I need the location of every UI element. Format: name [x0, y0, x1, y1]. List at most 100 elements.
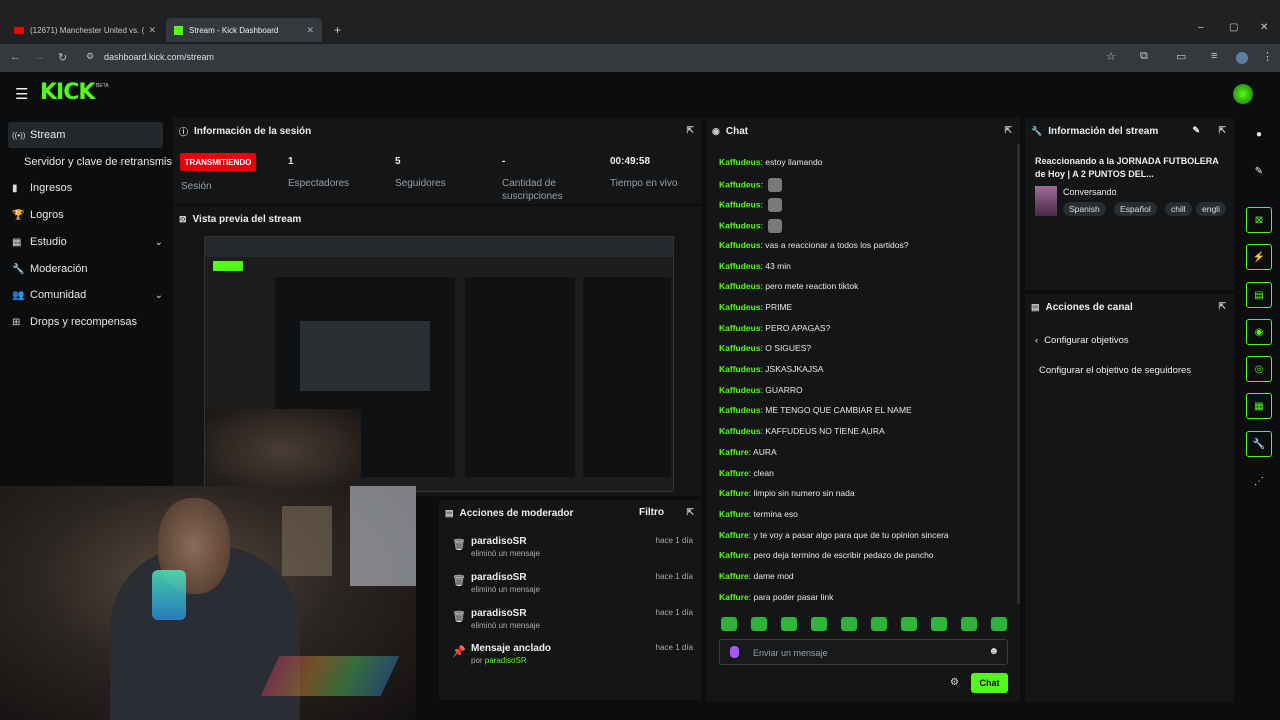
bookmark-star-icon[interactable]: ☆ — [1106, 50, 1116, 63]
chat-username[interactable]: Kaffudeus — [719, 261, 761, 271]
chat-username[interactable]: Kaffudeus — [719, 220, 761, 230]
reload-icon[interactable]: ↻ — [58, 51, 67, 64]
emote-button[interactable] — [871, 617, 887, 631]
popout-icon[interactable]: ⇱ — [1218, 301, 1226, 312]
chat-username[interactable]: Kaffure — [719, 488, 749, 498]
stream-preview-video[interactable] — [204, 236, 674, 492]
chat-username[interactable]: Kaffudeus — [719, 157, 761, 167]
chat-username[interactable]: Kaffudeus — [719, 302, 761, 312]
user-avatar[interactable] — [1233, 84, 1253, 104]
chat-username[interactable]: Kaffudeus — [719, 240, 761, 250]
emote-button[interactable] — [751, 617, 767, 631]
emote-button[interactable] — [841, 617, 857, 631]
site-info-icon[interactable]: ⚙ — [86, 51, 94, 62]
browser-tab-kick[interactable]: Stream - Kick Dashboard ✕ — [166, 18, 322, 42]
close-tab-icon[interactable]: ✕ — [306, 25, 314, 36]
sidebar-item-comunidad[interactable]: 👥 Comunidad ⌄ — [8, 282, 163, 308]
chat-username[interactable]: Kaffudeus — [719, 385, 761, 395]
forward-icon[interactable]: → — [34, 51, 45, 63]
microphone-icon[interactable] — [730, 646, 739, 658]
broadcast-icon: ((•)) — [12, 130, 26, 140]
stream-tag[interactable]: Spanish — [1063, 202, 1106, 216]
address-bar[interactable]: dashboard.kick.com/stream — [104, 52, 214, 62]
chat-username[interactable]: Kaffure — [719, 550, 749, 560]
chat-username[interactable]: Kaffudeus — [719, 179, 761, 189]
sidebar-item-estudio[interactable]: ▦ Estudio ⌄ — [8, 229, 163, 255]
share-icon[interactable]: ⋰ — [1246, 468, 1272, 494]
broadcast-icon[interactable]: ◎ — [1246, 356, 1272, 382]
chat-username[interactable]: Kaffudeus — [719, 364, 761, 374]
chart-icon: ▮ — [12, 182, 18, 194]
emote-button[interactable] — [961, 617, 977, 631]
sidebar-item-moderacion[interactable]: 🔧 Moderación — [8, 256, 163, 282]
bolt-icon[interactable]: ⚡ — [1246, 244, 1272, 270]
popout-icon[interactable]: ⇱ — [1218, 125, 1226, 136]
chat-bubble-icon[interactable]: ◉ — [1246, 319, 1272, 345]
stream-tag[interactable]: chill — [1165, 202, 1192, 216]
chat-username[interactable]: Kaffure — [719, 447, 749, 457]
emote-button[interactable] — [781, 617, 797, 631]
back-icon[interactable]: ← — [10, 51, 21, 63]
chat-username[interactable]: Kaffure — [719, 468, 749, 478]
chat-username[interactable]: Kaffudeus — [719, 200, 761, 210]
pinned-by-user[interactable]: paradisoSR — [485, 656, 527, 665]
chat-settings-icon[interactable]: ⚙ — [950, 677, 959, 688]
profile-icon[interactable] — [1236, 52, 1248, 64]
category-thumbnail[interactable] — [1035, 186, 1057, 216]
emote-button[interactable] — [721, 617, 737, 631]
browser-menu-icon[interactable]: ⋮ — [1262, 50, 1273, 63]
chat-username[interactable]: Kaffudeus — [719, 281, 761, 291]
send-chat-button[interactable]: Chat — [971, 673, 1008, 693]
edit-icon[interactable]: ✎ — [1192, 125, 1200, 136]
back-to-goals-button[interactable]: ‹ Configurar objetivos — [1035, 335, 1129, 346]
chat-username[interactable]: Kaffure — [719, 592, 749, 602]
sidebar-item-drops[interactable]: ⊞ Drops y recompensas — [8, 309, 163, 335]
emote-button[interactable] — [991, 617, 1007, 631]
chat-username[interactable]: Kaffure — [719, 530, 749, 540]
cast-icon[interactable]: ▭ — [1176, 50, 1186, 63]
maximize-button[interactable]: ▢ — [1229, 22, 1238, 33]
emote-button[interactable] — [901, 617, 917, 631]
chat-username[interactable]: Kaffudeus — [719, 323, 761, 333]
follower-goal-option[interactable]: Configurar el objetivo de seguidores — [1039, 365, 1191, 376]
chat-username[interactable]: Kaffudeus — [719, 343, 761, 353]
extensions-icon[interactable]: ⧉ — [1140, 50, 1148, 63]
chat-scrollbar[interactable] — [1017, 144, 1020, 604]
sidebar-item-server-key[interactable]: Servidor y clave de retransmisi — [20, 149, 172, 175]
popout-icon[interactable]: ⇱ — [686, 507, 694, 518]
edit-icon[interactable]: ✎ — [1246, 158, 1272, 184]
emote-button[interactable] — [931, 617, 947, 631]
close-window-button[interactable]: ✕ — [1260, 22, 1268, 33]
chat-username[interactable]: Kaffudeus — [719, 426, 761, 436]
mod-action-user[interactable]: paradisoSR — [471, 608, 527, 619]
minimize-button[interactable]: – — [1198, 22, 1204, 33]
stream-tag[interactable]: engli — [1196, 202, 1226, 216]
stream-category[interactable]: Conversando — [1063, 187, 1117, 197]
layout-icon[interactable]: ▦ — [1246, 393, 1272, 419]
stream-tag[interactable]: Español — [1114, 202, 1157, 216]
target-icon[interactable]: ⊠ — [1246, 207, 1272, 233]
chat-username[interactable]: Kaffure — [719, 509, 749, 519]
kick-logo[interactable]: KICK — [40, 80, 95, 105]
chat-username[interactable]: Kaffudeus — [719, 405, 761, 415]
chat-username[interactable]: Kaffure — [719, 571, 749, 581]
filter-button[interactable]: Filtro — [639, 507, 664, 518]
mod-action-user[interactable]: paradisoSR — [471, 536, 527, 547]
mod-action-user[interactable]: paradisoSR — [471, 572, 527, 583]
close-tab-icon[interactable]: ✕ — [148, 25, 156, 36]
menu-icon[interactable]: ☰ — [15, 85, 28, 103]
sidebar-item-logros[interactable]: 🏆 Logros — [8, 202, 163, 228]
chat-input[interactable]: Enviar un mensaje ☻ — [719, 639, 1008, 665]
popout-icon[interactable]: ⇱ — [1004, 125, 1012, 136]
sidebar-item-stream[interactable]: ((•)) Stream — [8, 122, 163, 148]
document-icon[interactable]: ▤ — [1246, 282, 1272, 308]
browser-tab-youtube[interactable]: (12671) Manchester United vs. ( ✕ — [6, 18, 164, 42]
new-tab-button[interactable]: + — [326, 18, 346, 42]
sidebar-item-ingresos[interactable]: ▮ Ingresos — [8, 175, 163, 201]
media-icon[interactable]: ≡ — [1211, 50, 1217, 62]
emote-button[interactable] — [811, 617, 827, 631]
info-icon[interactable]: ● — [1246, 121, 1272, 147]
popout-icon[interactable]: ⇱ — [686, 125, 694, 136]
wrench-icon[interactable]: 🔧 — [1246, 431, 1272, 457]
emoji-icon[interactable]: ☻ — [988, 646, 999, 657]
